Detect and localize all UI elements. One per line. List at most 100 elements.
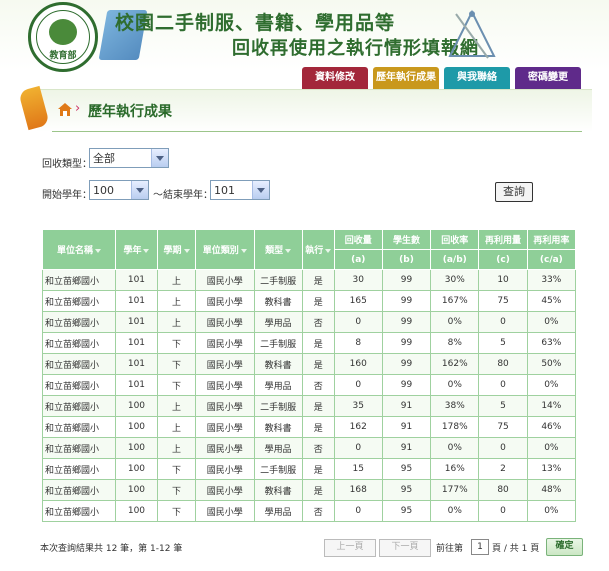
table-row: 和立苗鄉國小 101 上國民小學 二手制服是 30 99 30% 10 33%: [42, 269, 577, 291]
cell-level: 國民小學: [194, 332, 255, 354]
table-row: 和立苗鄉國小 101 上國民小學 教科書是 165 99 167% 75 45%: [42, 290, 577, 312]
cell-rate: 0%: [430, 500, 480, 522]
cell-kind: 二手制服: [253, 458, 303, 480]
cell-year: 100: [114, 395, 159, 417]
start-year-value: 100: [93, 184, 114, 197]
cell-done: 是: [301, 332, 335, 354]
cell-year: 100: [114, 437, 159, 459]
cell-students: 99: [381, 353, 432, 375]
sort-icon: [325, 248, 332, 253]
col-recycled[interactable]: 回收量: [333, 229, 383, 250]
sort-icon: [94, 248, 101, 253]
cell-unit: 和立苗鄉國小: [42, 437, 116, 459]
col-term-label: 學期: [163, 246, 182, 256]
cell-term: 上: [157, 416, 196, 438]
type-select[interactable]: 全部: [89, 148, 169, 168]
cell-rate: 0%: [430, 311, 480, 333]
cell-rate: 178%: [430, 416, 480, 438]
cell-rate: 167%: [430, 290, 480, 312]
next-page-button[interactable]: 下一頁: [379, 539, 431, 557]
result-summary: 本次查詢結果共 12 筆，第 1-12 筆: [40, 544, 183, 554]
col-term[interactable]: 學期: [157, 229, 196, 270]
col-level-label: 單位類別: [202, 246, 239, 256]
chevron-down-icon: [131, 181, 148, 199]
nav-contact[interactable]: 與我聯絡: [444, 67, 510, 89]
cell-recycled: 0: [333, 500, 383, 522]
cell-unit: 和立苗鄉國小: [42, 311, 116, 333]
start-year-label: 開始學年：: [42, 190, 92, 201]
end-year-select[interactable]: 101: [210, 180, 270, 200]
cell-term: 下: [157, 458, 196, 480]
cell-done: 否: [301, 500, 335, 522]
col-level[interactable]: 單位類別: [194, 229, 255, 270]
cell-level: 國民小學: [194, 458, 255, 480]
col-kind[interactable]: 類型: [253, 229, 303, 270]
cell-students: 99: [381, 269, 432, 291]
chevron-down-icon: [151, 149, 168, 167]
page-number-input[interactable]: 1: [471, 539, 489, 555]
cell-unit: 和立苗鄉國小: [42, 290, 116, 312]
query-button[interactable]: 查詢: [495, 182, 533, 202]
prev-page-button[interactable]: 上一頁: [324, 539, 376, 557]
seal-text: 教育部: [49, 51, 77, 61]
cell-year: 101: [114, 290, 159, 312]
cell-level: 國民小學: [194, 290, 255, 312]
cell-done: 是: [301, 353, 335, 375]
col-reuse[interactable]: 再利用量: [478, 229, 528, 250]
cell-reuse: 0: [478, 500, 528, 522]
cell-students: 95: [381, 458, 432, 480]
cell-year: 101: [114, 269, 159, 291]
col-done[interactable]: 執行: [301, 229, 335, 270]
cell-recycled: 165: [333, 290, 383, 312]
cell-recycled: 35: [333, 395, 383, 417]
cell-reuse-rate: 14%: [526, 395, 577, 417]
cell-kind: 學用品: [253, 437, 303, 459]
col-year-label: 學年: [123, 246, 142, 256]
cell-reuse-rate: 46%: [526, 416, 577, 438]
cell-reuse-rate: 50%: [526, 353, 577, 375]
col-students[interactable]: 學生數: [381, 229, 432, 250]
cell-unit: 和立苗鄉國小: [42, 395, 116, 417]
cell-term: 下: [157, 479, 196, 501]
cell-reuse-rate: 0%: [526, 374, 577, 396]
col-unit[interactable]: 單位名稱: [42, 229, 116, 270]
cell-kind: 二手制服: [253, 395, 303, 417]
cell-reuse: 80: [478, 353, 528, 375]
sort-icon: [183, 248, 190, 253]
cell-kind: 二手制服: [253, 332, 303, 354]
cell-reuse-rate: 63%: [526, 332, 577, 354]
start-year-select[interactable]: 100: [89, 180, 149, 200]
cell-students: 91: [381, 437, 432, 459]
col-kind-label: 類型: [265, 246, 284, 256]
col-rate[interactable]: 回收率: [430, 229, 480, 250]
cell-recycled: 8: [333, 332, 383, 354]
cell-kind: 教科書: [253, 416, 303, 438]
home-icon[interactable]: [58, 103, 72, 116]
confirm-button[interactable]: 確定: [546, 538, 583, 556]
nav-yearly-results[interactable]: 歷年執行成果: [373, 67, 439, 89]
type-select-value: 全部: [93, 152, 115, 165]
col-year[interactable]: 學年: [114, 229, 159, 270]
cell-done: 否: [301, 437, 335, 459]
table-row: 和立苗鄉國小 100 下國民小學 學用品否 0 95 0% 0 0%: [42, 500, 577, 522]
cell-reuse: 10: [478, 269, 528, 291]
cell-students: 99: [381, 290, 432, 312]
cell-rate: 30%: [430, 269, 480, 291]
cell-kind: 學用品: [253, 500, 303, 522]
cell-students: 99: [381, 374, 432, 396]
cell-done: 是: [301, 395, 335, 417]
sort-icon: [240, 248, 247, 253]
cell-term: 上: [157, 437, 196, 459]
nav-change-password[interactable]: 密碼變更: [515, 67, 581, 89]
cell-recycled: 0: [333, 311, 383, 333]
col-reuse-rate[interactable]: 再利用率: [526, 229, 577, 250]
cell-unit: 和立苗鄉國小: [42, 500, 116, 522]
panel-header: › 歷年執行成果: [18, 85, 592, 132]
cell-reuse-rate: 13%: [526, 458, 577, 480]
cell-level: 國民小學: [194, 269, 255, 291]
cell-year: 100: [114, 416, 159, 438]
cell-term: 下: [157, 353, 196, 375]
nav-profile-edit[interactable]: 資料修改: [302, 67, 368, 89]
cell-done: 否: [301, 374, 335, 396]
cell-rate: 16%: [430, 458, 480, 480]
